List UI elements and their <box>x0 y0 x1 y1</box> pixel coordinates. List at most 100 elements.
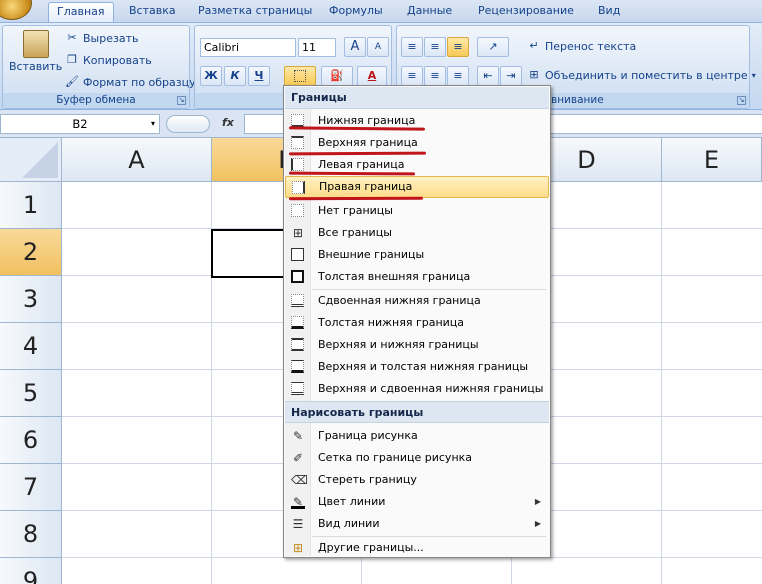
row-header-4[interactable]: 4 <box>0 323 62 370</box>
increase-indent-button[interactable]: ⇥ <box>500 66 522 86</box>
menu-item-label: Цвет линии <box>318 495 386 508</box>
fill-color-button[interactable]: ⛽ <box>321 66 353 86</box>
formula-expand-handle[interactable] <box>166 115 210 133</box>
top-thick-bottom-border-icon <box>291 360 304 373</box>
row-header-5[interactable]: 5 <box>0 370 62 417</box>
all-borders-icon: ⊞ <box>292 226 304 240</box>
more-borders-icon: ⊞ <box>292 541 304 555</box>
copy-button[interactable]: ❐ Копировать <box>65 53 152 67</box>
name-box[interactable]: B2 ▾ <box>0 114 160 134</box>
left-border-icon <box>291 158 304 171</box>
submenu-arrow-icon: ▶ <box>534 497 541 506</box>
menu-item-label: Граница рисунка <box>318 429 418 442</box>
line-color-icon: ✎ <box>291 495 305 509</box>
tab-page-layout[interactable]: Разметка страницы <box>190 2 320 22</box>
line-style-icon: ☰ <box>292 517 304 531</box>
align-middle-button[interactable]: ≡ <box>424 37 446 57</box>
paste-label: Вставить <box>9 60 63 73</box>
column-header-e[interactable]: E <box>662 138 762 182</box>
menu-item-outside-borders[interactable]: Внешние границы <box>285 244 549 266</box>
top-border-icon <box>291 136 304 149</box>
bottom-border-icon <box>291 114 304 127</box>
format-painter-label: Формат по образцу <box>83 75 196 89</box>
menu-item-label: Левая граница <box>318 158 405 171</box>
menu-item-label: Нижняя граница <box>318 114 416 127</box>
menu-item-draw-border[interactable]: ✎ Граница рисунка <box>285 425 549 447</box>
red-underline-annotation <box>288 196 424 201</box>
tab-review[interactable]: Рецензирование <box>470 2 582 22</box>
underline-button[interactable]: Ч <box>248 66 270 86</box>
scissors-icon: ✂ <box>67 31 77 44</box>
tab-insert[interactable]: Вставка <box>121 2 184 22</box>
menu-item-no-border[interactable]: Нет границы <box>285 200 549 222</box>
font-size-select[interactable]: 11 <box>298 38 336 57</box>
menu-item-line-color[interactable]: ✎ Цвет линии ▶ <box>285 491 549 513</box>
row-header-8[interactable]: 8 <box>0 511 62 558</box>
row-header-3[interactable]: 3 <box>0 276 62 323</box>
align-left-button[interactable]: ≡ <box>401 66 423 86</box>
menu-item-right-border[interactable]: Правая граница <box>285 176 549 198</box>
menu-item-draw-border-grid[interactable]: ✐ Сетка по границе рисунка <box>285 447 549 469</box>
menu-item-thick-box-border[interactable]: Толстая внешняя граница <box>285 266 549 288</box>
pencil-grid-icon: ✐ <box>292 451 304 465</box>
menu-item-label: Сетка по границе рисунка <box>318 451 473 464</box>
brush-icon: 🖌 <box>65 75 79 88</box>
font-color-button[interactable]: A <box>357 66 387 86</box>
tab-formulas[interactable]: Формулы <box>321 2 391 22</box>
alignment-launcher-icon[interactable]: ↘ <box>737 96 746 105</box>
orientation-button[interactable]: ↗ <box>477 37 509 57</box>
bold-button[interactable]: Ж <box>200 66 222 86</box>
borders-button[interactable] <box>284 66 316 86</box>
menu-item-erase-border[interactable]: ⌫ Стереть границу <box>285 469 549 491</box>
cut-button[interactable]: ✂ Вырезать <box>65 31 138 45</box>
menu-item-double-bottom-border[interactable]: Сдвоенная нижняя граница <box>285 290 549 312</box>
menu-item-line-style[interactable]: ☰ Вид линии ▶ <box>285 513 549 535</box>
row-header-7[interactable]: 7 <box>0 464 62 511</box>
row-header-6[interactable]: 6 <box>0 417 62 464</box>
font-name-select[interactable]: Calibri <box>200 38 296 57</box>
column-header-a[interactable]: A <box>62 138 212 182</box>
menu-item-top-thick-bottom-border[interactable]: Верхняя и толстая нижняя границы <box>285 356 549 378</box>
align-right-button[interactable]: ≡ <box>447 66 469 86</box>
shrink-font-button[interactable]: A <box>367 37 389 57</box>
office-button[interactable] <box>0 0 32 20</box>
wrap-text-button[interactable]: ↵ Перенос текста <box>527 39 636 53</box>
no-border-icon <box>291 204 304 217</box>
align-center-button[interactable]: ≡ <box>424 66 446 86</box>
menu-item-label: Внешние границы <box>318 248 425 261</box>
tab-home[interactable]: Главная <box>48 2 114 22</box>
fx-icon[interactable]: fx <box>222 116 234 129</box>
menu-item-more-borders[interactable]: ⊞ Другие границы... <box>285 537 549 559</box>
menu-item-top-bottom-border[interactable]: Верхняя и нижняя границы <box>285 334 549 356</box>
decrease-indent-button[interactable]: ⇤ <box>477 66 499 86</box>
clipboard-group: Вставить ✂ Вырезать ❐ Копировать 🖌 Формат п… <box>2 25 196 109</box>
tab-view[interactable]: Вид <box>590 2 628 22</box>
tab-data[interactable]: Данные <box>399 2 460 22</box>
menu-item-label: Верхняя и толстая нижняя границы <box>318 360 529 373</box>
menu-item-thick-bottom-border[interactable]: Толстая нижняя граница <box>285 312 549 334</box>
grow-font-button[interactable]: A <box>344 37 366 57</box>
format-painter-button[interactable]: 🖌 Формат по образцу <box>65 75 196 89</box>
row-header-1[interactable]: 1 <box>0 182 62 229</box>
row-header-2[interactable]: 2 <box>0 229 62 276</box>
menu-item-top-double-bottom-border[interactable]: Верхняя и сдвоенная нижняя границы <box>285 378 549 400</box>
align-bottom-button[interactable]: ≡ <box>447 37 469 57</box>
row-header-9[interactable]: 9 <box>0 558 62 584</box>
merge-center-button[interactable]: ⊞ Объединить и поместить в центре ▾ <box>527 68 755 82</box>
eraser-icon: ⌫ <box>291 473 308 487</box>
select-all-corner[interactable] <box>0 138 62 182</box>
italic-button[interactable]: К <box>224 66 246 86</box>
submenu-arrow-icon: ▶ <box>534 519 541 528</box>
align-top-button[interactable]: ≡ <box>401 37 423 57</box>
menu-item-all-borders[interactable]: ⊞ Все границы <box>285 222 549 244</box>
outside-borders-icon <box>291 248 304 261</box>
menu-item-label: Вид линии <box>318 517 380 530</box>
menu-item-label: Правая граница <box>319 180 413 193</box>
menu-item-label: Сдвоенная нижняя граница <box>318 294 481 307</box>
menu-item-label: Стереть границу <box>318 473 417 486</box>
borders-dropdown-menu: Границы Нижняя граница Верхняя граница Л… <box>283 85 551 558</box>
name-box-value: B2 <box>72 117 88 131</box>
menu-header-draw-borders: Нарисовать границы <box>285 401 549 423</box>
paste-button[interactable]: Вставить <box>9 30 62 73</box>
clipboard-launcher-icon[interactable]: ↘ <box>177 96 186 105</box>
